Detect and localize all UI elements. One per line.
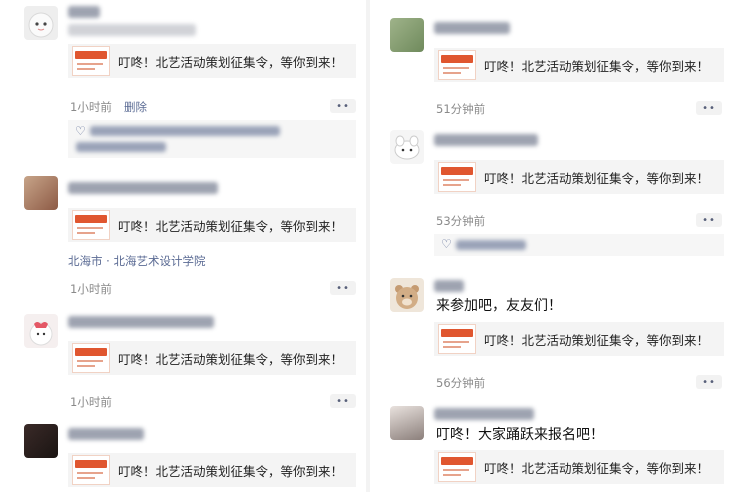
post-time: 51分钟前: [436, 102, 486, 116]
card-thumbnail: [438, 324, 476, 354]
card-title: 叮咚！北艺活动策划征集令，等你到来！: [484, 332, 710, 348]
post-time: 1小时前: [70, 395, 112, 409]
more-dots-icon[interactable]: ••: [696, 213, 722, 227]
likes-panel: ♡: [68, 120, 356, 158]
card-title: 叮咚！北艺活动策划征集令，等你到来！: [118, 351, 344, 367]
card-title: 叮咚！北艺活动策划征集令，等你到来！: [118, 218, 344, 234]
more-dots-icon[interactable]: ••: [330, 281, 356, 295]
liker-names-blurred: [76, 142, 166, 152]
shared-link-card[interactable]: 叮咚！北艺活动策划征集令，等你到来！: [434, 450, 724, 484]
username-blurred: [434, 280, 464, 292]
post-time: 53分钟前: [436, 214, 486, 228]
card-thumbnail: [72, 455, 110, 485]
more-dots-icon[interactable]: ••: [696, 101, 722, 115]
card-thumbnail: [438, 50, 476, 80]
heart-icon[interactable]: ♡: [75, 124, 86, 138]
avatar[interactable]: [24, 314, 58, 348]
avatar[interactable]: [390, 278, 424, 312]
more-dots-icon[interactable]: ••: [330, 99, 356, 113]
shared-link-card[interactable]: 叮咚！北艺活动策划征集令，等你到来！: [434, 322, 724, 356]
username-blurred: [68, 6, 100, 18]
card-title: 叮咚！北艺活动策划征集令，等你到来！: [118, 54, 344, 70]
username-blurred: [68, 316, 214, 328]
shared-link-card[interactable]: 叮咚！北艺活动策划征集令，等你到来！: [68, 44, 356, 78]
post-item: 叮咚！北艺活动策划征集令，等你到来！ 51分钟前 ••: [370, 0, 740, 124]
more-dots-icon[interactable]: ••: [696, 375, 722, 389]
moments-feed: 叮咚！北艺活动策划征集令，等你到来！ 1小时前 删除 •• ♡ 叮咚！北艺活动策…: [0, 0, 740, 492]
username-blurred: [434, 134, 538, 146]
post-item: 叮咚！北艺活动策划征集令，等你到来！ 北海市 · 北海艺术设计学院 1小时前 •…: [0, 170, 366, 305]
card-title: 叮咚！北艺活动策划征集令，等你到来！: [118, 463, 344, 479]
shared-link-card[interactable]: 叮咚！北艺活动策划征集令，等你到来！: [434, 48, 724, 82]
avatar[interactable]: [24, 6, 58, 40]
post-item: 叮咚！北艺活动策划征集令，等你到来！ 1小时前 ••: [0, 306, 366, 414]
card-thumbnail: [72, 343, 110, 373]
heart-icon[interactable]: ♡: [441, 237, 452, 251]
shared-link-card[interactable]: 叮咚！北艺活动策划征集令，等你到来！: [68, 341, 356, 375]
post-time: 1小时前: [70, 100, 112, 114]
post-item: 来参加吧，友友们！ 叮咚！北艺活动策划征集令，等你到来！ 56分钟前 ••: [370, 270, 740, 394]
avatar[interactable]: [24, 176, 58, 210]
shared-link-card[interactable]: 叮咚！北艺活动策划征集令，等你到来！: [434, 160, 724, 194]
avatar[interactable]: [390, 130, 424, 164]
post-item: 叮咚！北艺活动策划征集令，等你到来！ 53分钟前 •• ♡: [370, 126, 740, 266]
username-blurred: [68, 428, 144, 440]
card-thumbnail: [72, 210, 110, 240]
post-text: 叮咚！大家踊跃来报名吧！: [436, 427, 604, 443]
post-time: 56分钟前: [436, 376, 486, 390]
card-thumbnail: [438, 162, 476, 192]
username-blurred: [434, 22, 510, 34]
avatar[interactable]: [24, 424, 58, 458]
post-item: 叮咚！北艺活动策划征集令，等你到来！ 1小时前 删除 •• ♡: [0, 0, 366, 160]
username-blurred: [68, 182, 218, 194]
more-dots-icon[interactable]: ••: [330, 394, 356, 408]
liker-names-blurred: [90, 126, 280, 136]
avatar[interactable]: [390, 18, 424, 52]
card-title: 叮咚！北艺活动策划征集令，等你到来！: [484, 58, 710, 74]
post-text-blurred: [68, 24, 196, 36]
card-title: 叮咚！北艺活动策划征集令，等你到来！: [484, 170, 710, 186]
post-item: 叮咚！大家踊跃来报名吧！ 叮咚！北艺活动策划征集令，等你到来！: [370, 402, 740, 492]
post-text: 来参加吧，友友们！: [436, 298, 562, 314]
likes-panel: ♡: [434, 234, 724, 256]
card-thumbnail: [438, 452, 476, 482]
card-thumbnail: [72, 46, 110, 76]
card-title: 叮咚！北艺活动策划征集令，等你到来！: [484, 460, 710, 476]
delete-link[interactable]: 删除: [124, 99, 147, 115]
post-time: 1小时前: [70, 282, 112, 296]
shared-link-card[interactable]: 叮咚！北艺活动策划征集令，等你到来！: [68, 208, 356, 242]
shared-link-card[interactable]: 叮咚！北艺活动策划征集令，等你到来！: [68, 453, 356, 487]
liker-names-blurred: [456, 240, 526, 250]
post-item: 叮咚！北艺活动策划征集令，等你到来！: [0, 420, 366, 492]
username-blurred: [434, 408, 534, 420]
location-link[interactable]: 北海市 · 北海艺术设计学院: [68, 253, 205, 269]
avatar[interactable]: [390, 406, 424, 440]
